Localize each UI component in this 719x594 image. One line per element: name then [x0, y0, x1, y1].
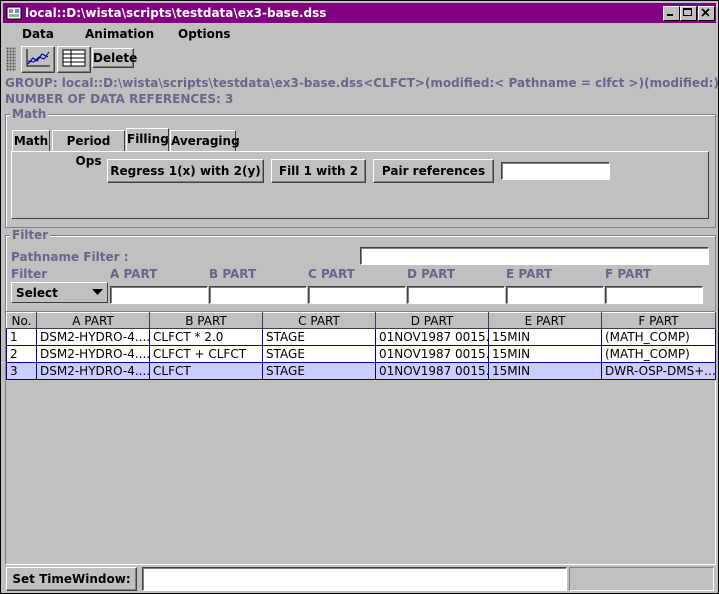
table-cell[interactable]: DSM2-HYDRO-4....	[36, 345, 150, 363]
table-cell[interactable]: 01NOV1987 0015...	[375, 362, 489, 380]
d-part-input[interactable]	[407, 286, 505, 304]
table-cell[interactable]: CLFCT	[149, 362, 263, 380]
b-part-label: B PART	[209, 267, 257, 281]
toolbar: Delete	[3, 45, 716, 73]
table-cell[interactable]: CLFCT + CLFCT	[149, 345, 263, 363]
filter-legend: Filter	[10, 228, 51, 242]
table-view-button[interactable]	[57, 46, 91, 73]
tab-filling[interactable]: Filling	[126, 128, 169, 152]
toolbar-grip[interactable]	[6, 47, 16, 71]
column-header[interactable]: E PART	[488, 312, 602, 329]
tab-math[interactable]: Math	[12, 130, 50, 151]
table-cell[interactable]: 01NOV1987 0015...	[375, 328, 489, 346]
data-table-scroll[interactable]: No. A PART B PART C PART D PART E PART F…	[5, 311, 716, 565]
maximize-icon	[683, 8, 692, 16]
pathname-filter-label: Pathname Filter :	[11, 250, 129, 264]
close-button[interactable]	[698, 6, 715, 21]
plot-button[interactable]	[21, 46, 55, 73]
filter-select-value: Select	[16, 286, 58, 300]
main-window: local::D:\wista\scripts\testdata\ex3-bas…	[0, 0, 719, 594]
menu-bar: Data Animation Options	[3, 24, 716, 44]
window-title: local::D:\wista\scripts\testdata\ex3-bas…	[25, 6, 327, 20]
data-table: No. A PART B PART C PART D PART E PART F…	[6, 312, 716, 380]
timewindow-input[interactable]	[142, 567, 567, 591]
c-part-input[interactable]	[308, 286, 406, 304]
data-references-count: NUMBER OF DATA REFERENCES: 3	[5, 92, 234, 106]
status-panel	[569, 567, 714, 591]
close-icon	[701, 8, 710, 17]
app-icon	[6, 5, 22, 21]
table-cell[interactable]: STAGE	[262, 345, 376, 363]
e-part-label: E PART	[506, 267, 553, 281]
table-cell[interactable]: 15MIN	[488, 328, 602, 346]
column-header[interactable]: B PART	[149, 312, 263, 329]
column-header[interactable]: C PART	[262, 312, 376, 329]
table-row-selected[interactable]: 3 DSM2-HYDRO-4.... CLFCT STAGE 01NOV1987…	[6, 362, 716, 380]
filter-label: Filter	[11, 267, 48, 281]
menu-options[interactable]: Options	[178, 27, 231, 41]
table-cell[interactable]: STAGE	[262, 328, 376, 346]
c-part-label: C PART	[308, 267, 355, 281]
a-part-input[interactable]	[110, 286, 208, 304]
table-cell[interactable]: 3	[6, 362, 37, 380]
maximize-button[interactable]	[680, 6, 697, 21]
group-info: GROUP: local::D:\wista\scripts\testdata\…	[5, 76, 719, 90]
table-row[interactable]: 1 DSM2-HYDRO-4.... CLFCT * 2.0 STAGE 01N…	[6, 328, 716, 346]
pathname-filter-input[interactable]	[360, 247, 709, 265]
table-cell[interactable]: STAGE	[262, 362, 376, 380]
f-part-label: F PART	[605, 267, 652, 281]
table-header-row: No. A PART B PART C PART D PART E PART F…	[6, 312, 716, 329]
a-part-label: A PART	[110, 267, 158, 281]
column-header[interactable]: A PART	[36, 312, 150, 329]
table-cell[interactable]: DWR-OSP-DMS+...	[601, 362, 716, 380]
chevron-down-icon	[92, 289, 103, 295]
table-cell[interactable]: (MATH_COMP)	[601, 328, 716, 346]
table-cell[interactable]: (MATH_COMP)	[601, 345, 716, 363]
table-cell[interactable]: CLFCT * 2.0	[149, 328, 263, 346]
menu-animation[interactable]: Animation	[85, 27, 154, 41]
regress-button[interactable]: Regress 1(x) with 2(y)	[107, 159, 264, 183]
b-part-input[interactable]	[209, 286, 307, 304]
line-chart-icon	[26, 49, 50, 67]
tab-period-ops[interactable]: Period Ops	[52, 130, 125, 168]
f-part-input[interactable]	[605, 286, 703, 304]
table-cell[interactable]: 15MIN	[488, 345, 602, 363]
table-cell[interactable]: 15MIN	[488, 362, 602, 380]
math-legend: Math	[10, 107, 49, 121]
minimize-button[interactable]	[663, 6, 680, 21]
tab-averaging[interactable]: Averaging	[170, 130, 240, 151]
table-icon	[62, 49, 86, 67]
filter-select[interactable]: Select	[11, 282, 108, 303]
minimize-icon	[667, 14, 673, 16]
pair-references-button[interactable]: Pair references	[373, 159, 494, 183]
table-cell[interactable]: 2	[6, 345, 37, 363]
column-header[interactable]: F PART	[601, 312, 716, 329]
menu-data[interactable]: Data	[22, 27, 54, 41]
table-cell[interactable]: DSM2-HYDRO-4....	[36, 362, 150, 380]
table-row[interactable]: 2 DSM2-HYDRO-4.... CLFCT + CLFCT STAGE 0…	[6, 345, 716, 363]
e-part-input[interactable]	[506, 286, 604, 304]
fill-button[interactable]: Fill 1 with 2	[271, 159, 366, 183]
d-part-label: D PART	[407, 267, 456, 281]
delete-button[interactable]: Delete	[92, 48, 137, 68]
set-timewindow-button[interactable]: Set TimeWindow:	[6, 567, 137, 591]
title-bar[interactable]: local::D:\wista\scripts\testdata\ex3-bas…	[3, 3, 716, 23]
math-text-field[interactable]	[501, 162, 610, 180]
table-cell[interactable]: 01NOV1987 0015...	[375, 345, 489, 363]
column-header[interactable]: No.	[6, 312, 37, 329]
table-cell[interactable]: DSM2-HYDRO-4....	[36, 328, 150, 346]
table-cell[interactable]: 1	[6, 328, 37, 346]
column-header[interactable]: D PART	[375, 312, 489, 329]
